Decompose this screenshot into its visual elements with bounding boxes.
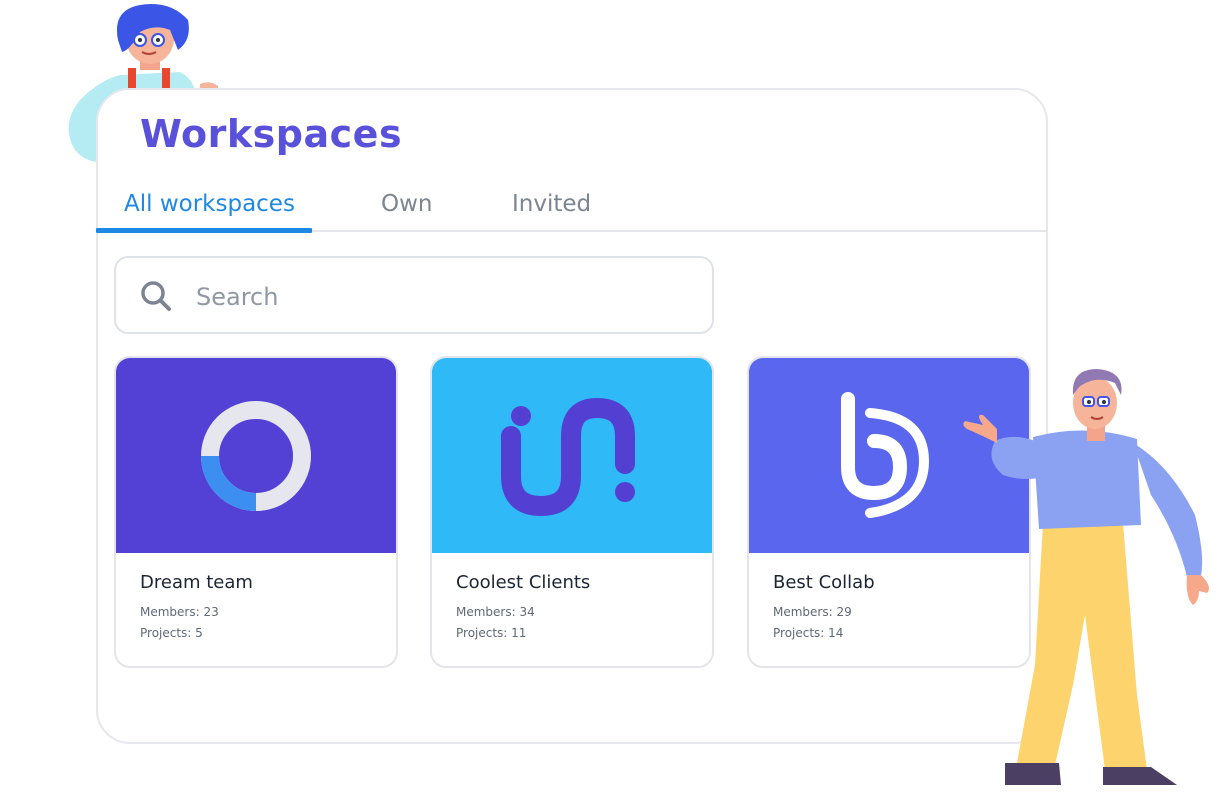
ring-logo-icon [201,400,311,511]
tab-all-workspaces[interactable]: All workspaces [124,191,295,217]
page-title: Workspaces [140,112,403,156]
illustration-character-right [963,369,1209,785]
search-box[interactable] [114,256,714,334]
tab-invited[interactable]: Invited [512,191,591,217]
search-input[interactable] [194,274,698,320]
workspace-members: Members: 23 [140,605,219,619]
search-icon [141,281,171,311]
workspace-members: Members: 29 [773,605,852,619]
workspace-name: Coolest Clients [456,572,591,593]
tab-own[interactable]: Own [381,191,433,217]
workspace-members: Members: 34 [456,605,535,619]
workspace-card-dream-team[interactable]: Dream team Members: 23 Projects: 5 [114,356,398,668]
in-logo-icon [501,397,635,516]
workspace-projects: Projects: 5 [140,626,203,640]
workspace-projects: Projects: 11 [456,626,527,640]
workspace-banner [432,358,712,553]
workspace-name: Best Collab [773,572,875,593]
workspace-banner [116,358,396,553]
b-logo-icon [841,391,930,518]
active-tab-indicator [96,228,312,233]
workspace-projects: Projects: 14 [773,626,844,640]
workspace-card-coolest-clients[interactable]: Coolest Clients Members: 34 Projects: 11 [430,356,714,668]
workspace-name: Dream team [140,572,253,593]
